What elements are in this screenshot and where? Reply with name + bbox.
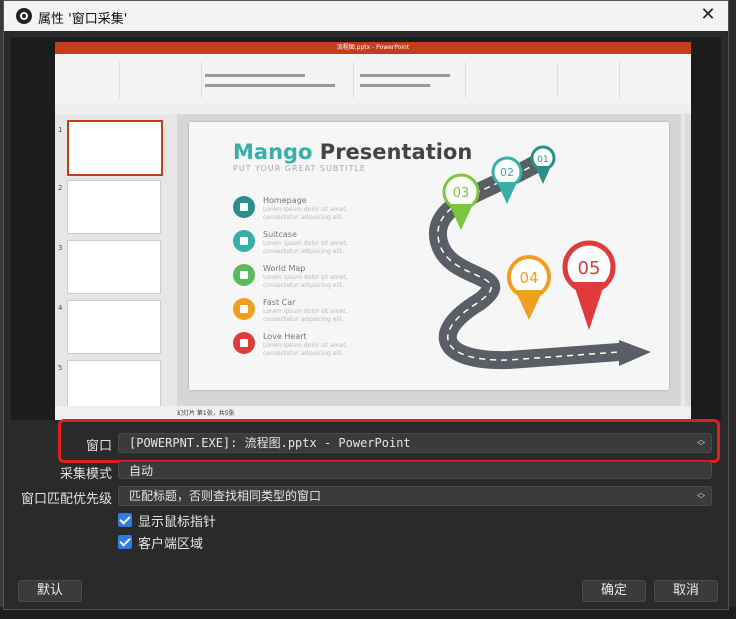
ok-button[interactable]: 确定 <box>582 580 646 602</box>
powerpoint-window-preview: 流程图.pptx - PowerPoint 1 2 3 4 5 Mango Pr… <box>55 42 691 420</box>
close-icon[interactable]: ✕ <box>698 5 718 25</box>
svg-text:03: 03 <box>453 186 470 201</box>
ppt-scrollbar <box>685 114 691 406</box>
svg-text:02: 02 <box>500 166 514 179</box>
pin-05: 05 <box>562 240 616 330</box>
highlight-box <box>58 419 720 463</box>
pin-01: 01 <box>530 145 556 184</box>
capture-preview: 流程图.pptx - PowerPoint 1 2 3 4 5 Mango Pr… <box>11 37 721 420</box>
pin-04: 04 <box>507 255 551 320</box>
capture-mode-label: 采集模式 <box>59 467 112 482</box>
obs-icon <box>16 8 32 24</box>
svg-text:04: 04 <box>519 269 538 287</box>
client-area-checkbox[interactable] <box>118 535 132 549</box>
main-slide: Mango Presentation PUT YOUR GREAT SUBTIT… <box>189 122 669 390</box>
thumbnail-1 <box>67 120 163 176</box>
show-cursor-checkbox[interactable] <box>118 513 132 527</box>
cancel-button[interactable]: 取消 <box>654 580 718 602</box>
capture-mode-value: 自动 <box>129 464 154 478</box>
updown-icon: ︿ ﹀ <box>697 488 705 504</box>
priority-label: 窗口匹配优先级 <box>20 492 112 507</box>
defaults-button[interactable]: 默认 <box>18 580 82 602</box>
window-title: 属性 '窗口采集' <box>38 12 128 27</box>
svg-text:01: 01 <box>537 155 548 165</box>
thumbnail-2 <box>67 180 161 234</box>
svg-text:05: 05 <box>578 258 601 279</box>
ppt-status-bar: 幻灯片 第1张，共5张 <box>55 406 691 420</box>
thumbnail-3 <box>67 240 161 294</box>
ppt-title-text: 流程图.pptx - PowerPoint <box>336 44 410 51</box>
ppt-title-bar: 流程图.pptx - PowerPoint <box>55 42 691 54</box>
priority-value: 匹配标题，否则查找相同类型的窗口 <box>129 489 322 503</box>
road-graphic: 01 02 03 04 05 <box>428 145 651 370</box>
client-area-label: 客户端区域 <box>138 537 204 552</box>
show-cursor-label: 显示鼠标指针 <box>138 515 217 530</box>
ppt-quick-access <box>55 104 691 114</box>
capture-mode-select[interactable]: 自动 <box>118 461 712 479</box>
slide-pane: Mango Presentation PUT YOUR GREAT SUBTIT… <box>177 114 681 406</box>
properties-dialog: 属性 '窗口采集' ✕ 流程图.pptx - PowerPoint 1 2 3 … <box>3 0 729 610</box>
slide-thumbnails: 1 2 3 4 5 <box>55 114 175 414</box>
ppt-ribbon <box>55 54 691 105</box>
title-bar: 属性 '窗口采集' ✕ <box>4 1 728 31</box>
thumbnail-4 <box>67 300 161 354</box>
priority-select[interactable]: 匹配标题，否则查找相同类型的窗口 ︿ ﹀ <box>118 486 712 506</box>
pin-02: 02 <box>491 156 523 204</box>
